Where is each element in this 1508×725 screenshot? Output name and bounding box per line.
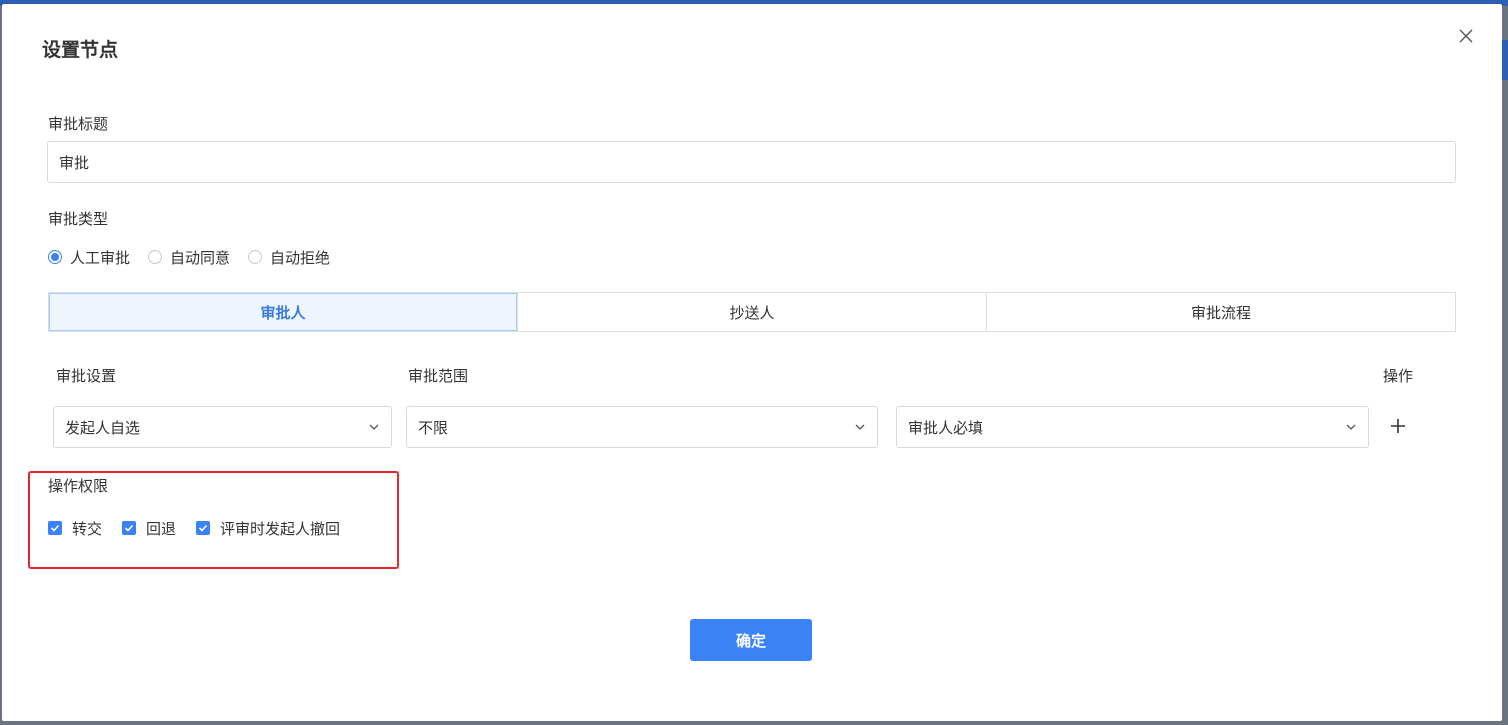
column-header-scope: 审批范围	[408, 367, 469, 385]
permissions-checkbox-group: 转交 回退 评审时发起人撤回	[48, 518, 360, 538]
chevron-down-icon	[1346, 424, 1356, 430]
radio-checked-indicator	[48, 250, 62, 264]
background-side-strip	[1502, 40, 1508, 80]
approver-required-select[interactable]: 审批人必填	[896, 406, 1369, 448]
radio-manual-approval[interactable]: 人工审批	[48, 247, 130, 268]
column-header-setting: 审批设置	[56, 367, 117, 385]
chevron-down-icon	[855, 424, 865, 430]
select-value: 审批人必填	[908, 418, 984, 437]
tab-cc[interactable]: 抄送人	[517, 293, 986, 331]
checkbox-checked-indicator	[196, 521, 211, 535]
permissions-label: 操作权限	[48, 477, 109, 495]
confirm-button[interactable]: 确定	[690, 619, 812, 661]
approval-type-label: 审批类型	[48, 210, 109, 228]
set-node-dialog: 设置节点 审批标题 审批类型 人工审批 自动同意 自动拒绝 审批人 抄送人 审批…	[2, 4, 1502, 721]
chevron-down-icon	[369, 424, 379, 430]
node-tabs: 审批人 抄送人 审批流程	[48, 292, 1456, 332]
select-value: 不限	[418, 418, 449, 437]
radio-unchecked-indicator	[248, 250, 263, 264]
tab-approval-flow[interactable]: 审批流程	[986, 293, 1455, 331]
checkbox-rollback[interactable]: 回退	[122, 518, 176, 539]
checkbox-transfer[interactable]: 转交	[48, 518, 102, 539]
dialog-title: 设置节点	[42, 39, 119, 61]
approval-setting-select[interactable]: 发起人自选	[53, 406, 392, 448]
column-header-action: 操作	[1383, 367, 1414, 385]
approval-title-input[interactable]	[47, 141, 1456, 183]
checkbox-checked-indicator	[122, 521, 137, 535]
checkbox-label: 转交	[72, 519, 103, 538]
add-approver-button[interactable]	[1390, 418, 1406, 434]
check-icon	[124, 524, 134, 532]
radio-label: 人工审批	[70, 248, 131, 267]
checkbox-checked-indicator	[48, 521, 62, 535]
checkbox-label: 回退	[146, 519, 177, 538]
approval-title-label: 审批标题	[48, 115, 109, 133]
radio-label: 自动拒绝	[270, 248, 331, 267]
approval-type-radio-group: 人工审批 自动同意 自动拒绝	[48, 247, 348, 267]
radio-label: 自动同意	[170, 248, 231, 267]
close-icon	[1459, 29, 1473, 43]
radio-auto-approve[interactable]: 自动同意	[148, 247, 230, 268]
checkbox-initiator-withdraw[interactable]: 评审时发起人撤回	[196, 518, 340, 539]
approval-scope-select[interactable]: 不限	[406, 406, 878, 448]
tab-approver[interactable]: 审批人	[49, 293, 517, 331]
plus-icon	[1391, 419, 1405, 433]
radio-auto-reject[interactable]: 自动拒绝	[248, 247, 330, 268]
radio-unchecked-indicator	[148, 250, 163, 264]
select-value: 发起人自选	[65, 418, 141, 437]
check-icon	[198, 524, 208, 532]
check-icon	[50, 524, 60, 532]
checkbox-label: 评审时发起人撤回	[220, 519, 341, 538]
close-button[interactable]	[1457, 27, 1475, 45]
